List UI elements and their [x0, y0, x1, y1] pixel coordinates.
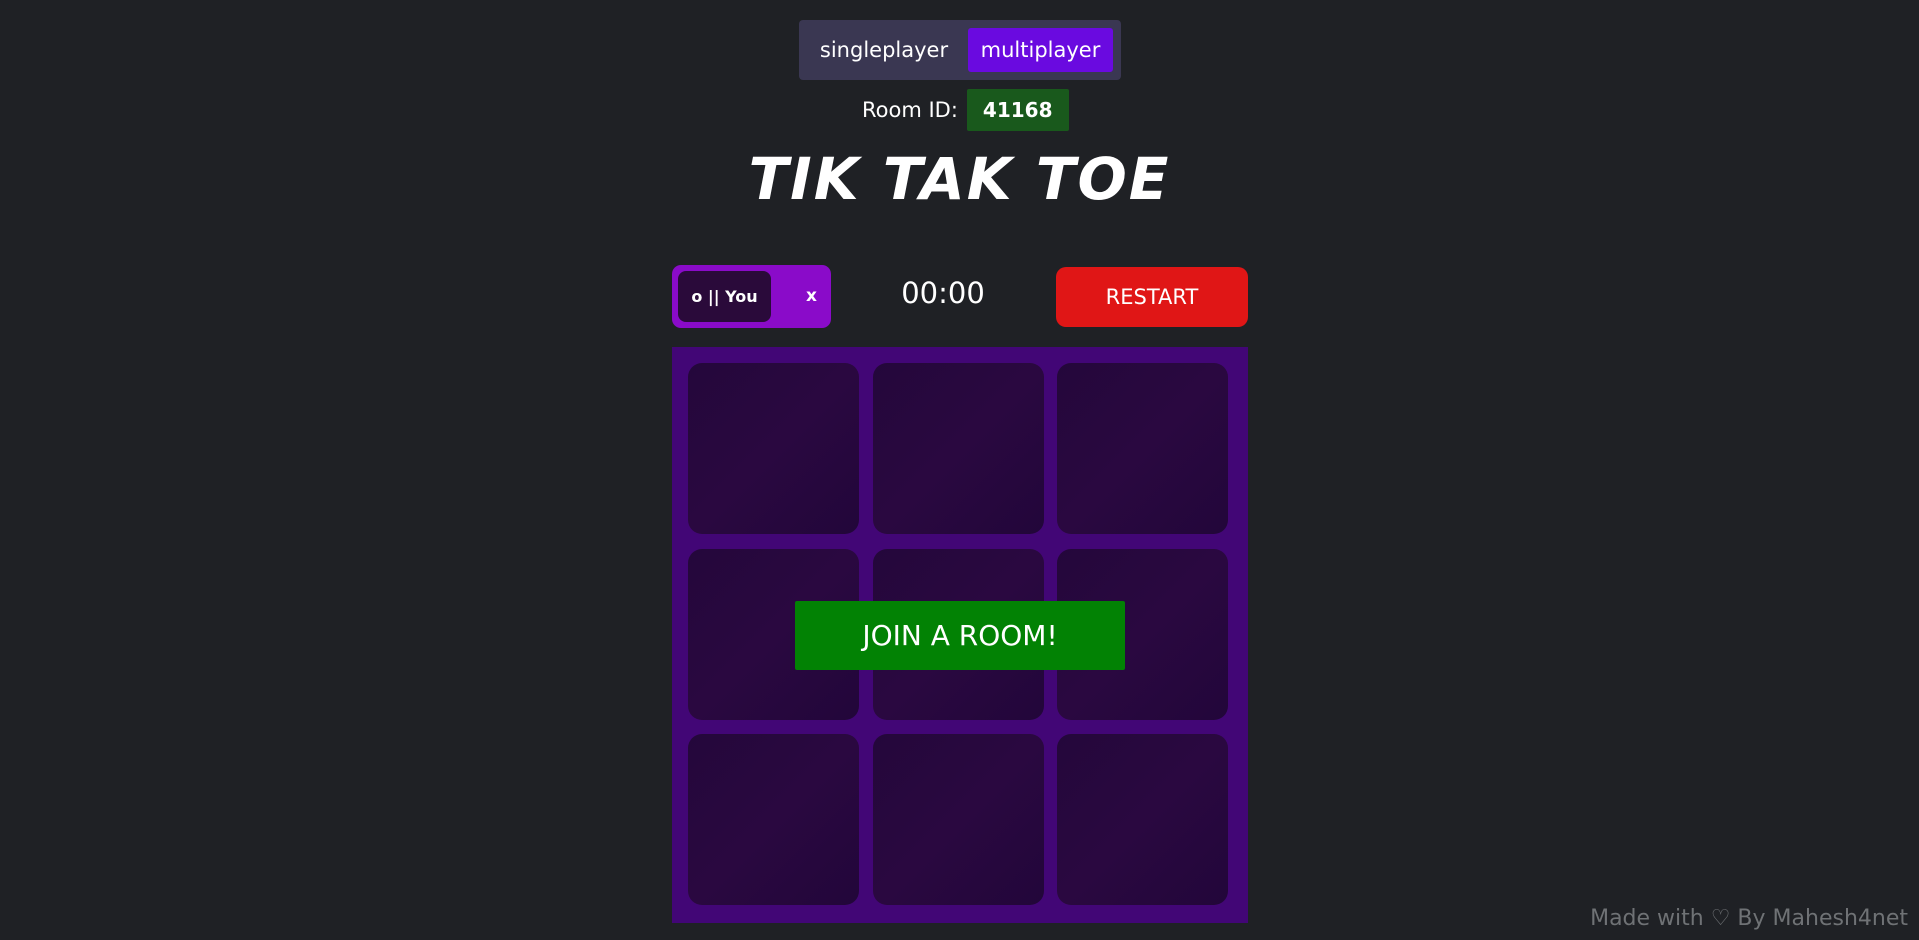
player-toggle[interactable]: o || You x: [672, 265, 831, 328]
join-room-button[interactable]: JOIN A ROOM!: [795, 601, 1125, 670]
player-x-option[interactable]: x: [806, 271, 817, 322]
multiplayer-button[interactable]: multiplayer: [968, 28, 1113, 72]
game-timer: 00:00: [901, 276, 985, 310]
room-id-label: Room ID:: [862, 98, 958, 122]
page: singleplayer multiplayer Room ID: 41168 …: [0, 0, 1919, 940]
footer-credit: Made with ♡ By Mahesh4net: [1590, 906, 1908, 931]
room-id-value: 41168: [966, 89, 1069, 131]
board-cell-3[interactable]: [1057, 363, 1228, 534]
restart-button[interactable]: RESTART: [1056, 267, 1248, 327]
player-o-option[interactable]: o || You: [678, 271, 771, 322]
room-info: Room ID: 41168: [862, 89, 1069, 131]
mode-toggle: singleplayer multiplayer: [799, 20, 1121, 80]
board-cell-2[interactable]: [873, 363, 1044, 534]
game-title: TIK TAK TOE: [748, 145, 1171, 213]
singleplayer-button[interactable]: singleplayer: [813, 28, 955, 72]
board-cell-7[interactable]: [688, 734, 859, 905]
board-cell-9[interactable]: [1057, 734, 1228, 905]
board-cell-1[interactable]: [688, 363, 859, 534]
board-cell-8[interactable]: [873, 734, 1044, 905]
